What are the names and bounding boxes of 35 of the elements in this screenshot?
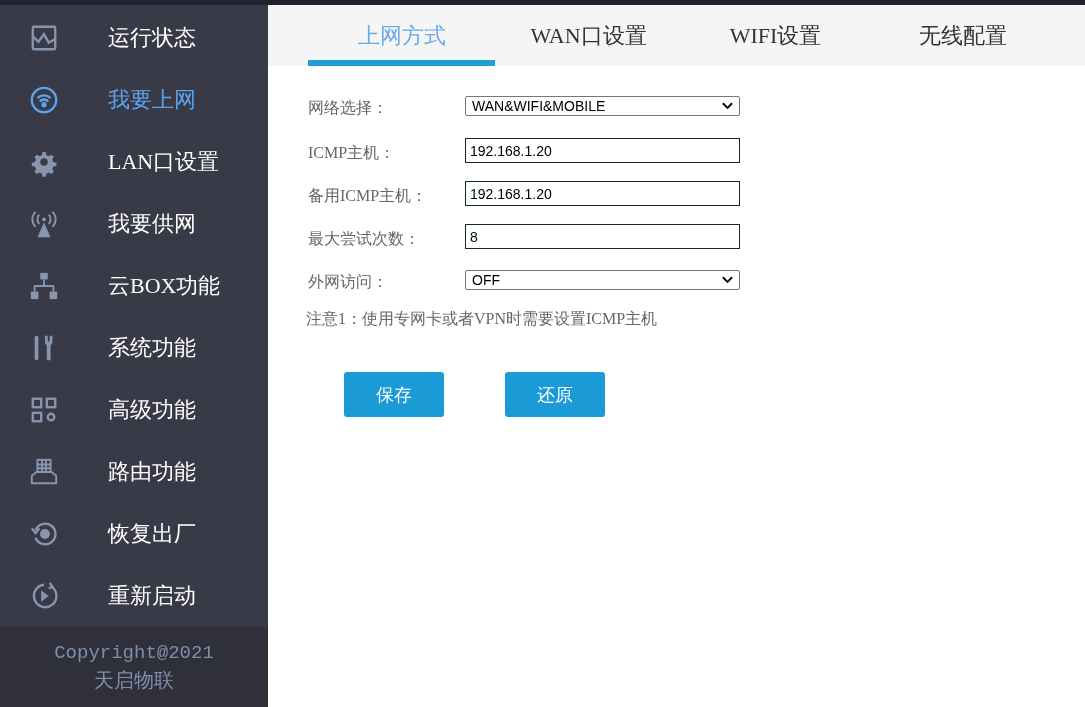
tab[interactable]: WAN口设置: [495, 5, 682, 66]
sidebar-item[interactable]: LAN口设置: [0, 131, 268, 193]
field-label: 最大尝试次数：: [308, 229, 421, 249]
sidebar-item[interactable]: 我要上网: [0, 69, 268, 131]
sidebar-item[interactable]: 系统功能: [0, 317, 268, 379]
note-text: 注意1：使用专网卡或者VPN时需要设置ICMP主机: [306, 309, 659, 329]
chevron-icon: [722, 275, 733, 284]
field-label: 备用ICMP主机：: [308, 186, 429, 206]
sidebar-item[interactable]: 我要供网: [0, 193, 268, 255]
sidebar-item[interactable]: 运行状态: [0, 7, 268, 69]
sidebar-item[interactable]: 恢复出厂: [0, 503, 268, 565]
field-label: 外网访问：: [308, 272, 389, 292]
antenna-icon: [29, 209, 59, 239]
chart-icon: [29, 23, 59, 53]
tab[interactable]: 无线配置: [869, 5, 1056, 66]
input-field[interactable]: 8: [465, 224, 740, 249]
restore-icon: [29, 519, 59, 549]
sidebar-item[interactable]: 重新启动: [0, 565, 268, 627]
wifi-icon: [29, 85, 59, 115]
dropdown[interactable]: OFF: [465, 269, 740, 290]
field-label: 网络选择：: [308, 98, 389, 118]
router-icon: [29, 457, 59, 487]
input-field[interactable]: 192.168.1.20: [465, 138, 740, 163]
tab[interactable]: WIFI设置: [682, 5, 869, 66]
chevron-icon: [722, 101, 733, 110]
sidebar-item[interactable]: 路由功能: [0, 441, 268, 503]
field-label: ICMP主机：: [308, 143, 397, 163]
sidebar-item[interactable]: 高级功能: [0, 379, 268, 441]
grid-icon: [29, 395, 59, 425]
dropdown[interactable]: WAN&WIFI&MOBILE: [465, 95, 740, 116]
copyright-text: Copyright@2021: [54, 641, 214, 666]
sidebar-item[interactable]: 云BOX功能: [0, 255, 268, 317]
copyright-text: 天启物联: [94, 668, 174, 693]
network-icon: [29, 271, 59, 301]
input-field[interactable]: 192.168.1.20: [465, 181, 740, 206]
